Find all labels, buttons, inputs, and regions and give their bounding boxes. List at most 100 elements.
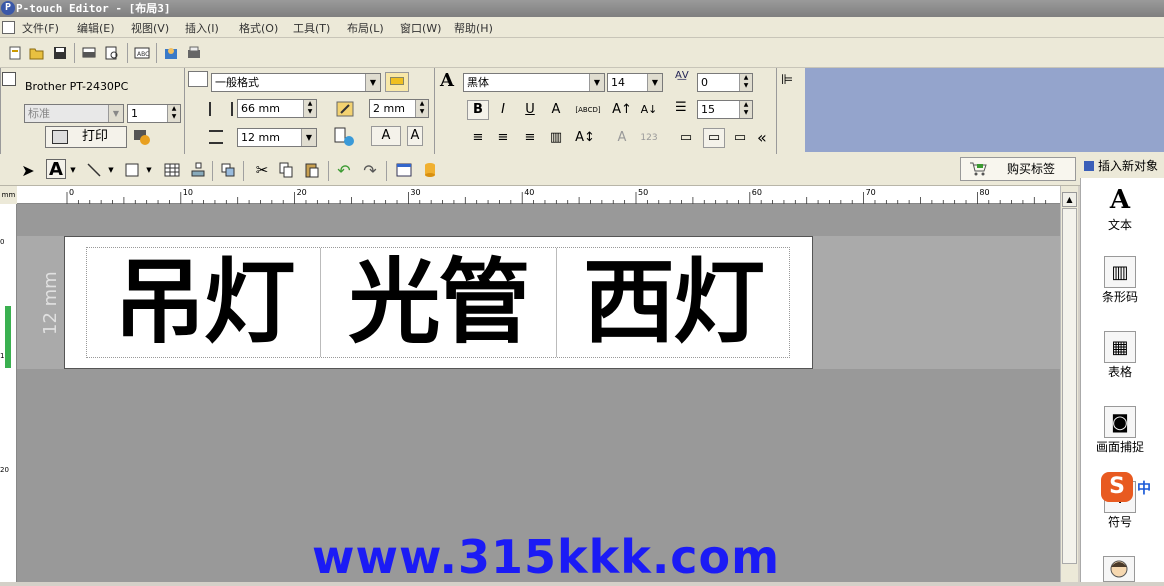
paper-format-select[interactable]: 一般格式 ▼ [211, 73, 381, 92]
font-shrink-icon[interactable]: A↓ [638, 100, 660, 120]
menu-window[interactable]: 窗口(W) [400, 20, 441, 36]
table-cell[interactable]: 吊灯 [87, 248, 320, 357]
toolbar-separator [127, 43, 128, 63]
font-name-select[interactable]: 黑体 ▼ [463, 73, 605, 92]
bold-button[interactable]: B [467, 100, 489, 120]
orientation-icon[interactable] [333, 126, 357, 148]
menu-format[interactable]: 格式(O) [239, 20, 278, 36]
insert-barcode-item[interactable]: ▥ 条形码 [1081, 256, 1159, 305]
clip-art-icon[interactable] [1103, 556, 1135, 582]
length-input[interactable]: 66 mm ▲ ▼ [237, 99, 317, 118]
redo-icon[interactable]: ↷ [360, 160, 380, 180]
line-spacing-value: 15 [701, 103, 715, 116]
table-icon: ▦ [1104, 331, 1136, 363]
print-icon[interactable] [79, 43, 99, 63]
select-arrow-icon[interactable]: ➤ [18, 160, 38, 180]
text-box-button[interactable]: A [371, 126, 401, 146]
toolbar-separator [386, 161, 387, 181]
insert-object-header: 插入新对象 [1080, 154, 1164, 178]
text-tool-icon[interactable]: A [46, 159, 66, 180]
number-format-icon[interactable]: 123 [638, 128, 660, 148]
align-right-icon[interactable]: ≡ [519, 128, 541, 148]
chevron-down-icon[interactable]: ▼ [68, 160, 78, 180]
paper-color-button[interactable] [385, 72, 409, 92]
copy-icon[interactable] [276, 160, 296, 180]
group-icon[interactable] [218, 160, 238, 180]
align-justify-icon[interactable]: ▥ [545, 128, 567, 148]
spellcheck-icon[interactable]: ABC [132, 43, 152, 63]
table-tool-icon[interactable] [162, 160, 182, 180]
print-options-icon[interactable] [133, 128, 151, 146]
underline-button[interactable]: U [519, 100, 541, 120]
insert-text-item[interactable]: A 文本 [1081, 184, 1159, 233]
italic-button[interactable]: I [492, 100, 514, 120]
auto-length-icon[interactable] [335, 100, 357, 118]
print-button[interactable]: 打印 [45, 126, 127, 148]
insert-table-item[interactable]: ▦ 表格 [1081, 331, 1159, 380]
document-icon[interactable] [2, 21, 15, 34]
printer-settings-icon[interactable] [184, 43, 204, 63]
vertical-align-icon[interactable]: A↕ [574, 128, 596, 148]
rectangle-tool-icon[interactable] [122, 160, 142, 180]
cut-icon[interactable]: ✂ [252, 160, 272, 180]
chevron-down-icon: ▼ [301, 129, 316, 146]
chevron-down-icon[interactable]: ▼ [106, 160, 116, 180]
line-tool-icon[interactable] [84, 160, 104, 180]
margin-value: 2 mm [373, 102, 405, 115]
menu-edit[interactable]: 编辑(E) [77, 20, 115, 36]
font-size-select[interactable]: 14 ▼ [607, 73, 663, 92]
tape-range-indicator [5, 306, 11, 368]
menu-layout[interactable]: 布局(L) [347, 20, 384, 36]
open-icon[interactable] [27, 43, 47, 63]
insert-screen-capture-item[interactable]: ◙ 画面捕捉 [1081, 406, 1159, 455]
print-preview-icon[interactable] [102, 43, 122, 63]
frame-bottom-icon[interactable]: ▭ [729, 128, 751, 148]
tape-width-select[interactable]: 12 mm ▼ [237, 128, 317, 147]
frame-top-icon[interactable]: ▭ [675, 128, 697, 148]
scroll-up-icon[interactable]: ▲ [1062, 192, 1077, 207]
vertical-text-button[interactable]: A [407, 126, 423, 146]
save-icon[interactable] [50, 43, 70, 63]
database-icon[interactable] [420, 160, 440, 180]
menu-insert[interactable]: 插入(I) [185, 20, 219, 36]
spin-arrows-icon: ▲ ▼ [739, 74, 752, 91]
print-mode-select[interactable]: 标准 ▼ [24, 104, 124, 123]
print-button-label: 打印 [81, 129, 108, 144]
vertical-scrollbar[interactable]: ▲ [1060, 186, 1078, 582]
spin-arrows-icon: ▲ ▼ [303, 100, 316, 117]
char-spacing-input[interactable]: 0 ▲ ▼ [697, 73, 753, 92]
table-cell[interactable]: 西灯 [557, 248, 789, 357]
chevron-down-icon[interactable]: ▼ [144, 160, 154, 180]
app-logo-icon: P [1, 1, 15, 15]
font-grow-icon[interactable]: A↑ [611, 100, 633, 120]
undo-icon[interactable]: ↶ [334, 160, 354, 180]
menu-tools[interactable]: 工具(T) [293, 20, 330, 36]
new-icon[interactable] [5, 43, 25, 63]
address-book-icon[interactable] [161, 43, 181, 63]
label-table[interactable]: 吊灯 光管 西灯 [86, 247, 790, 358]
menu-file[interactable]: 文件(F) [22, 20, 59, 36]
horizontal-ruler: 0 10 20 30 40 50 60 70 80 [17, 186, 1062, 204]
menu-help[interactable]: 帮助(H) [454, 20, 493, 36]
database-form-icon[interactable] [394, 160, 414, 180]
menu-view[interactable]: 视图(V) [131, 20, 169, 36]
frame-middle-icon[interactable]: ▭ [703, 128, 725, 148]
line-spacing-input[interactable]: 15 ▲ ▼ [697, 100, 753, 119]
ime-mode-indicator[interactable]: 中 [1137, 478, 1151, 498]
spin-arrows-icon: ▲ ▼ [415, 100, 428, 117]
rotate-text-icon[interactable]: A [611, 128, 633, 148]
outline-icon[interactable]: A [545, 100, 567, 120]
collapse-panel-icon[interactable]: « [757, 128, 767, 147]
align-objects-icon[interactable]: ⊫ [781, 72, 793, 88]
buy-labels-button[interactable]: 购买标签 [960, 157, 1076, 181]
ime-logo-icon[interactable]: S [1101, 472, 1133, 502]
paste-icon[interactable] [302, 160, 322, 180]
table-cell[interactable]: 光管 [321, 248, 556, 357]
align-left-icon[interactable]: ≡ [467, 128, 489, 148]
align-center-icon[interactable]: ≡ [492, 128, 514, 148]
frame-text-icon[interactable]: [ABCD] [574, 100, 602, 120]
margin-input[interactable]: 2 mm ▲ ▼ [369, 99, 429, 118]
scroll-thumb[interactable] [1062, 208, 1077, 564]
copies-spinner[interactable]: 1 ▲ ▼ [127, 104, 181, 123]
arrange-icon[interactable] [188, 160, 208, 180]
